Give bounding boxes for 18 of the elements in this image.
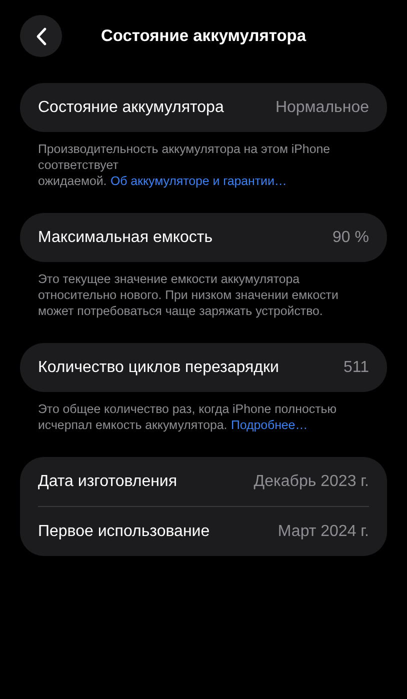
info-link[interactable]: Об аккумуляторе и гарантии… xyxy=(110,174,287,188)
row-value: Март 2024 г. xyxy=(278,522,369,540)
footnote-text: Производительность аккумулятора на этом iPhone соответствует ожидаемой. Об аккумуляторе и гарантии… xyxy=(37,141,332,189)
row-value: 90 % xyxy=(332,228,369,246)
row-label: Первое использование xyxy=(38,522,210,540)
row-value: 511 xyxy=(343,358,369,376)
back-button[interactable] xyxy=(20,15,62,57)
row-label: Количество циклов перезарядки xyxy=(38,358,279,376)
footnote-text: Это текущее значение емкости аккумулятора относительно нового. При низком значении емкости может потребоваться чаще заряжать устройство. xyxy=(37,271,340,319)
row-label: Состояние аккумулятора xyxy=(38,98,224,116)
row-label: Дата изготовления xyxy=(38,472,178,490)
chevron-left-icon xyxy=(36,26,46,46)
info-link[interactable]: Подробнее… xyxy=(230,418,308,432)
footnote-text: Это общее количество раз, когда iPhone полностью исчерпал емкость аккумулятора. Подробнее… xyxy=(37,401,338,433)
row-value: Нормальное xyxy=(275,98,369,116)
row-label: Максимальная емкость xyxy=(38,228,213,246)
page-title: Состояние аккумулятора xyxy=(100,26,308,46)
row-value: Декабрь 2023 г. xyxy=(254,472,369,490)
